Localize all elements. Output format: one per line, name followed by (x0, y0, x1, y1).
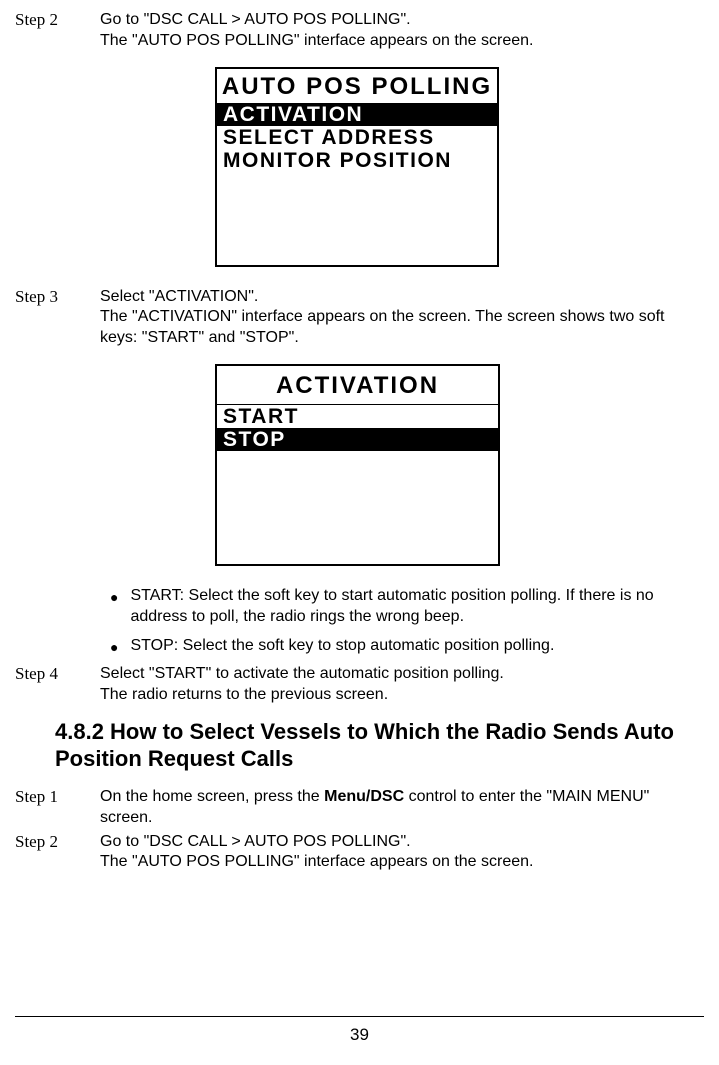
step-label: Step 1 (15, 787, 100, 829)
step-3: Step 3 Select "ACTIVATION". The "ACTIVAT… (15, 287, 704, 349)
lcd-item-monitor-position: MONITOR POSITION (217, 149, 497, 172)
section-heading: 4.8.2 How to Select Vessels to Which the… (55, 718, 704, 773)
bullet-list: ● START: Select the soft key to start au… (110, 586, 704, 656)
step-content: Select "START" to activate the automatic… (100, 664, 704, 706)
step-text: Select "START" to activate the automatic… (100, 664, 704, 685)
step-2b: Step 2 Go to "DSC CALL > AUTO POS POLLIN… (15, 832, 704, 874)
step-text: Select "ACTIVATION". (100, 287, 704, 308)
step-text: Go to "DSC CALL > AUTO POS POLLING". (100, 10, 704, 31)
step-text-bold: Menu/DSC (324, 788, 404, 805)
lcd-title: AUTO POS POLLING (217, 69, 497, 103)
lcd-item-stop: STOP (217, 428, 498, 451)
step-4: Step 4 Select "START" to activate the au… (15, 664, 704, 706)
bullet-text: STOP: Select the soft key to stop automa… (130, 636, 704, 657)
step-1b: Step 1 On the home screen, press the Men… (15, 787, 704, 829)
step-content: Select "ACTIVATION". The "ACTIVATION" in… (100, 287, 704, 349)
lcd-title: ACTIVATION (217, 366, 498, 405)
bullet-icon: ● (110, 638, 118, 657)
bullet-text: START: Select the soft key to start auto… (130, 586, 704, 628)
step-label: Step 3 (15, 287, 100, 349)
step-label: Step 4 (15, 664, 100, 706)
bullet-icon: ● (110, 588, 118, 628)
lcd-activation: ACTIVATION START STOP (215, 364, 500, 566)
step-content: Go to "DSC CALL > AUTO POS POLLING". The… (100, 832, 704, 874)
lcd-item-activation: ACTIVATION (217, 103, 497, 126)
step-text: The "ACTIVATION" interface appears on th… (100, 307, 704, 349)
lcd-item-start: START (217, 405, 498, 428)
step-text-pre: On the home screen, press the (100, 788, 324, 805)
step-text: The radio returns to the previous screen… (100, 685, 704, 706)
step-text: The "AUTO POS POLLING" interface appears… (100, 31, 704, 52)
step-text: Go to "DSC CALL > AUTO POS POLLING". (100, 832, 704, 853)
step-label: Step 2 (15, 10, 100, 52)
step-content: Go to "DSC CALL > AUTO POS POLLING". The… (100, 10, 704, 52)
bullet-item: ● STOP: Select the soft key to stop auto… (110, 636, 704, 657)
page-number: 39 (0, 1025, 719, 1045)
footer-divider (15, 1016, 704, 1017)
bullet-item: ● START: Select the soft key to start au… (110, 586, 704, 628)
lcd-item-select-address: SELECT ADDRESS (217, 126, 497, 149)
lcd-auto-pos-polling: AUTO POS POLLING ACTIVATION SELECT ADDRE… (215, 67, 499, 267)
step-label: Step 2 (15, 832, 100, 874)
step-text: The "AUTO POS POLLING" interface appears… (100, 852, 704, 873)
step-2a: Step 2 Go to "DSC CALL > AUTO POS POLLIN… (15, 10, 704, 52)
step-content: On the home screen, press the Menu/DSC c… (100, 787, 704, 829)
